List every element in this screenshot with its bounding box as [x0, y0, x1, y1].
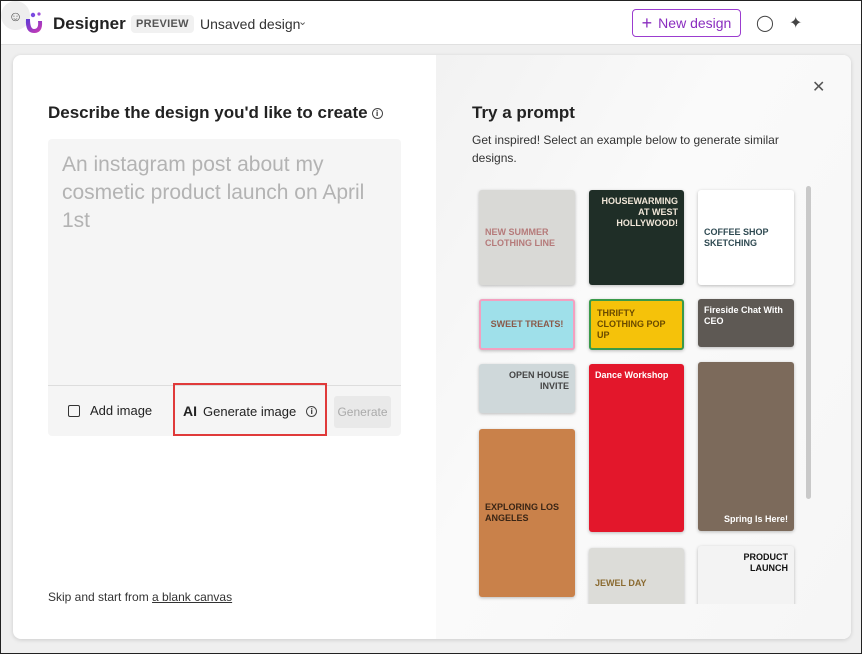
prompt-input[interactable] [48, 139, 401, 385]
template-title: THRIFTY CLOTHING POP UP [597, 308, 666, 340]
template-card[interactable]: THRIFTY CLOTHING POP UP [589, 299, 684, 350]
template-title: SWEET TREATS! [490, 319, 564, 329]
shapes-icon[interactable]: ◯ [756, 13, 774, 33]
template-title: NEW SUMMER CLOTHING LINE [485, 226, 555, 248]
create-dialog: ✕ Describe the design you'd like to crea… [13, 55, 851, 639]
blank-canvas-link[interactable]: a blank canvas [152, 590, 232, 604]
chevron-down-icon[interactable]: ⌄ [298, 15, 307, 28]
template-title: JEWEL DAY [595, 577, 647, 588]
highlight-box [173, 383, 327, 436]
template-card[interactable]: COFFEE SHOP SKETCHING [698, 190, 794, 285]
preview-badge: PREVIEW [131, 15, 194, 33]
template-title: COFFEE SHOP SKETCHING [704, 226, 769, 248]
template-title: EXPLORING LOS ANGELES [485, 502, 560, 523]
template-card[interactable]: Dance Workshop [589, 364, 684, 532]
template-title: PRODUCT LAUNCH [743, 552, 789, 573]
image-icon [68, 404, 80, 417]
template-card[interactable]: Spring Is Here! [698, 362, 794, 531]
person-icon: ☺ [8, 7, 23, 24]
template-title: Fireside Chat With CEO [704, 305, 783, 326]
template-card[interactable]: JEWEL DAY [589, 548, 684, 604]
design-name[interactable]: Unsaved design [200, 16, 300, 32]
template-card[interactable]: HOUSEWARMING AT WEST HOLLYWOOD! [589, 190, 684, 285]
sparkle-icon[interactable]: ✦ [789, 13, 802, 33]
template-title: OPEN HOUSE INVITE [508, 370, 569, 391]
add-image-button[interactable]: Add image [68, 403, 152, 418]
template-title: HOUSEWARMING AT WEST HOLLYWOOD! [601, 196, 679, 228]
app-title: Designer [53, 14, 126, 33]
template-title: Spring Is Here! [723, 514, 788, 524]
describe-heading: Describe the design you'd like to create… [48, 103, 383, 123]
header: Designer PREVIEW Unsaved design ⌄ + New d… [1, 1, 861, 45]
template-card[interactable]: EXPLORING LOS ANGELES [479, 429, 575, 597]
template-gallery: NEW SUMMER CLOTHING LINE HOUSEWARMING AT … [472, 183, 817, 604]
template-card[interactable]: SWEET TREATS! [479, 299, 575, 350]
try-prompt-heading: Try a prompt [472, 103, 575, 122]
skip-text: Skip and start from a blank canvas [48, 590, 233, 604]
template-card[interactable]: Fireside Chat With CEO [698, 299, 794, 347]
template-card[interactable]: PRODUCT LAUNCH [698, 546, 794, 604]
template-card[interactable]: OPEN HOUSE INVITE [479, 364, 575, 413]
scrollbar[interactable] [806, 186, 811, 499]
new-design-button[interactable]: + New design [632, 9, 741, 37]
info-icon[interactable]: i [371, 108, 383, 120]
designer-logo-icon [25, 12, 43, 33]
generate-button[interactable]: Generate [334, 396, 391, 428]
template-title: Dance Workshop [595, 370, 669, 380]
template-card[interactable]: NEW SUMMER CLOTHING LINE [479, 190, 575, 285]
try-prompt-subtitle: Get inspired! Select an example below to… [472, 133, 779, 165]
close-icon[interactable]: ✕ [812, 77, 825, 97]
plus-icon: + [641, 12, 653, 33]
